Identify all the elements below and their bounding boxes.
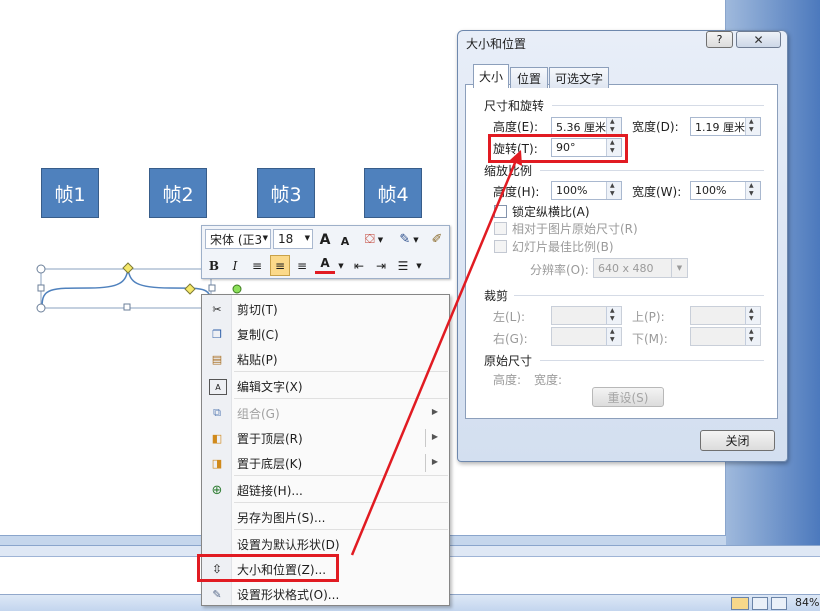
- annotation-arrow: [350, 150, 522, 556]
